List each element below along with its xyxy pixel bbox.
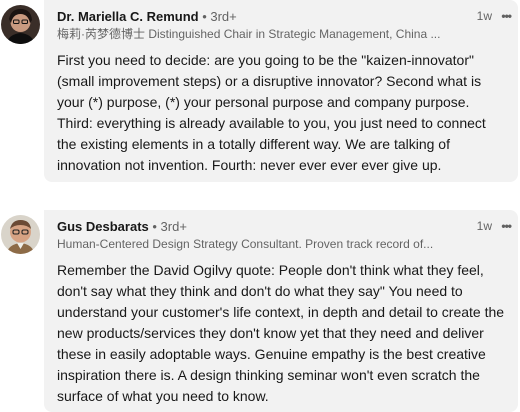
timestamp: 1w bbox=[476, 9, 492, 23]
timestamp: 1w bbox=[476, 219, 492, 233]
author-row: Dr. Mariella C. Remund • 3rd+ bbox=[57, 8, 237, 25]
author-row: Gus Desbarats • 3rd+ bbox=[57, 218, 187, 235]
author-headline: 梅莉·芮梦德博士 Distinguished Chair in Strategi… bbox=[57, 27, 441, 41]
avatar[interactable] bbox=[1, 5, 40, 44]
comment-item: Gus Desbarats • 3rd+ Human-Centered Desi… bbox=[0, 210, 520, 412]
ellipsis-icon[interactable]: ••• bbox=[501, 10, 512, 22]
comment-bubble: Dr. Mariella C. Remund • 3rd+ 梅莉·芮梦德博士 D… bbox=[44, 0, 518, 182]
avatar[interactable] bbox=[1, 215, 40, 254]
comment-text: Remember the David Ogilvy quote: People … bbox=[57, 262, 505, 404]
ellipsis-icon[interactable]: ••• bbox=[501, 220, 512, 232]
avatar-image bbox=[1, 215, 40, 254]
avatar-image bbox=[1, 5, 40, 44]
author-headline: Human-Centered Design Strategy Consultan… bbox=[57, 237, 434, 251]
author-name[interactable]: Dr. Mariella C. Remund bbox=[57, 9, 199, 24]
comment-text: First you need to decide: are you going … bbox=[57, 52, 486, 173]
comment-item: Dr. Mariella C. Remund • 3rd+ 梅莉·芮梦德博士 D… bbox=[0, 0, 520, 182]
connection-degree: • 3rd+ bbox=[148, 219, 187, 234]
author-name[interactable]: Gus Desbarats bbox=[57, 219, 149, 234]
comment-bubble: Gus Desbarats • 3rd+ Human-Centered Desi… bbox=[44, 210, 518, 412]
connection-degree: • 3rd+ bbox=[198, 9, 237, 24]
